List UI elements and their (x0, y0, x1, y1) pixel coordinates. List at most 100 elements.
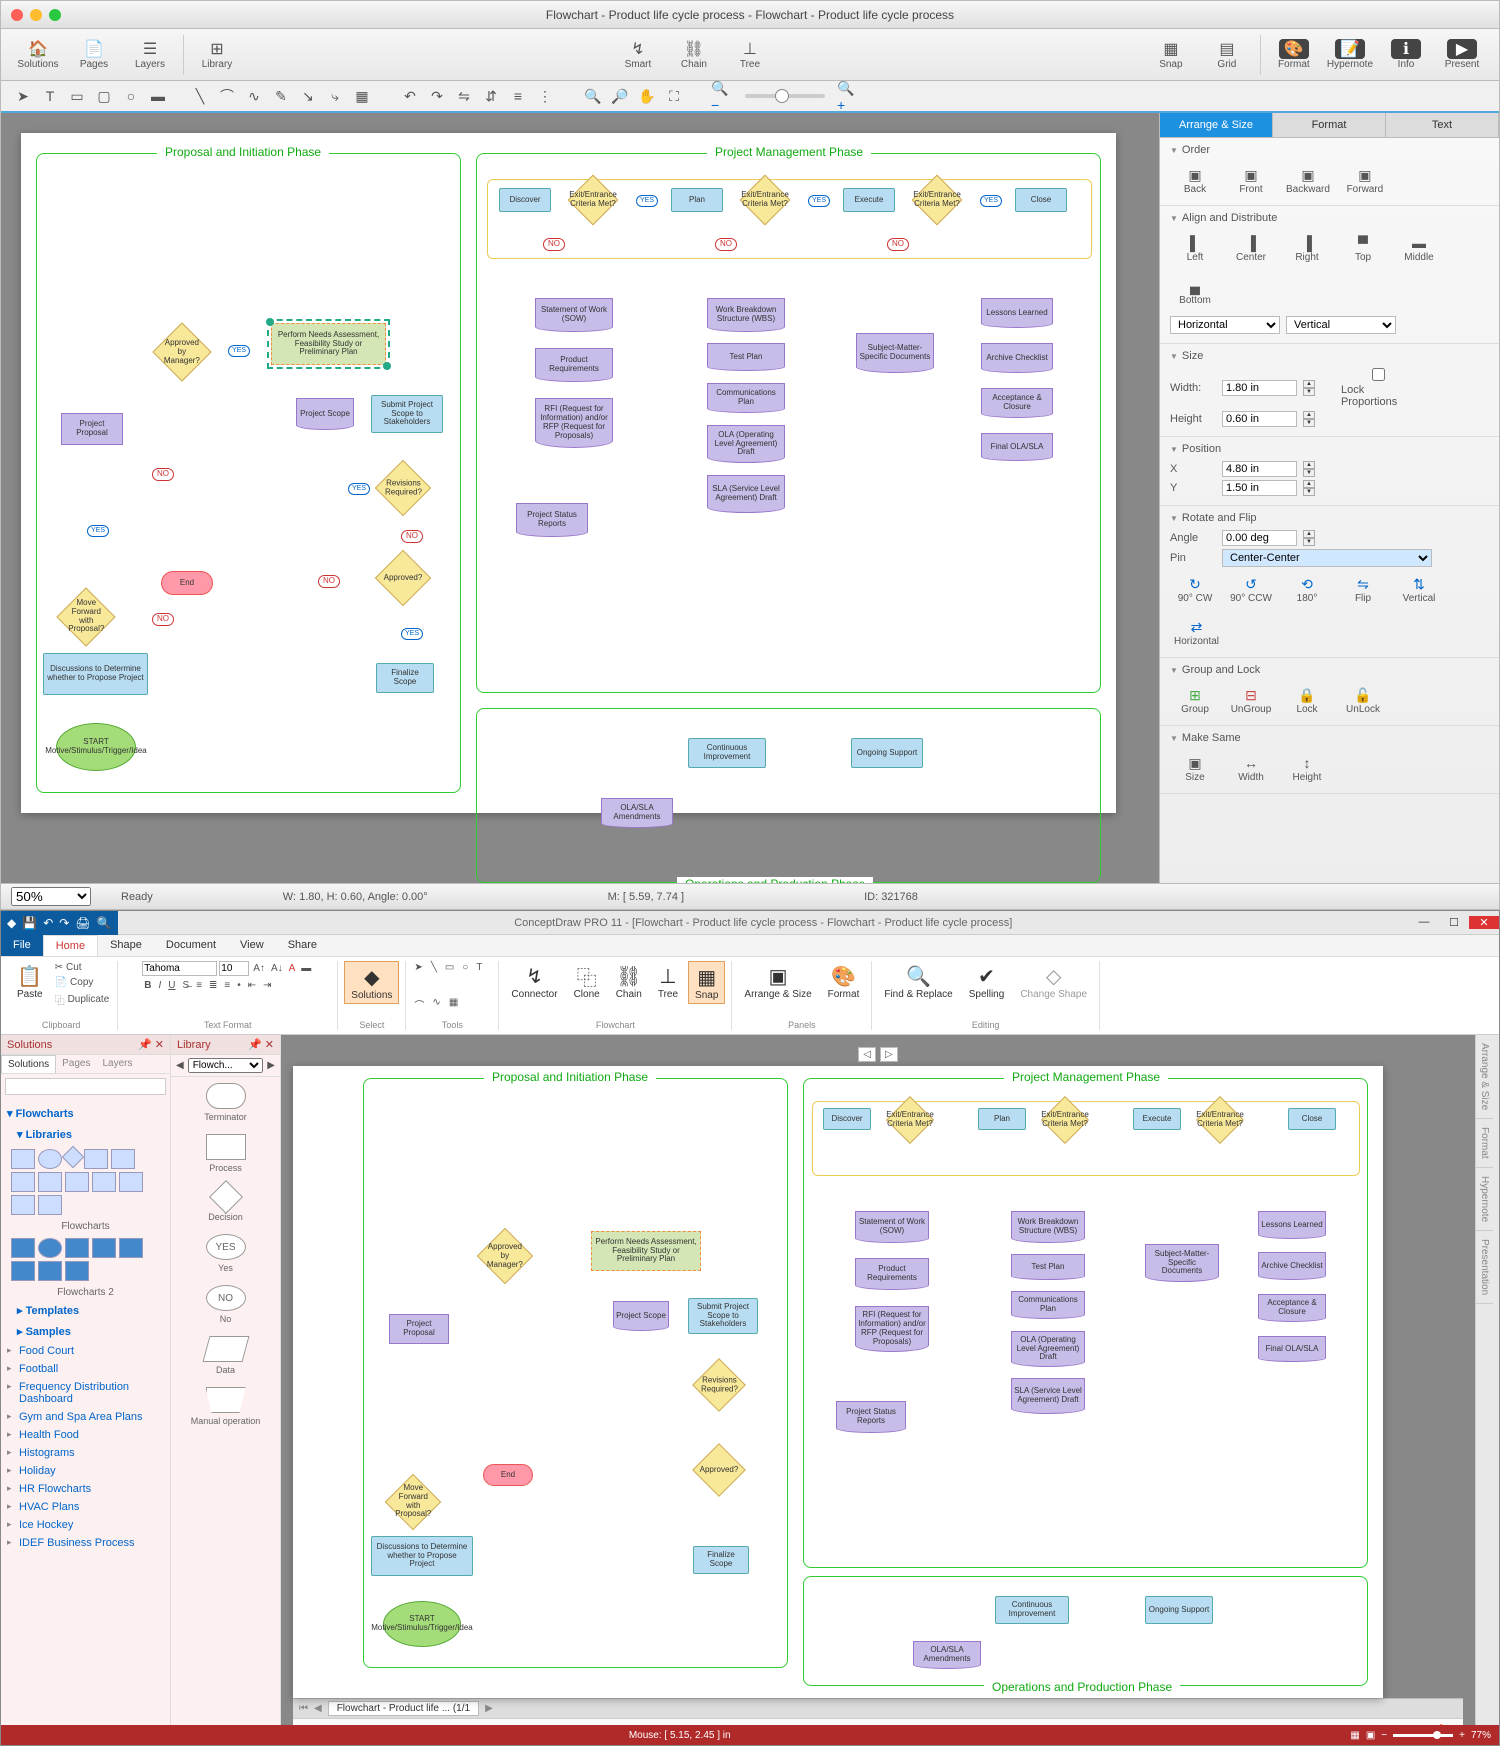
win-drawing-canvas[interactable]: Proposal and Initiation Phase Project Ma… (293, 1066, 1383, 1698)
arrange-ribbon[interactable]: ▣Arrange & Size (738, 961, 817, 1002)
lib-manual[interactable]: Manual operation (171, 1381, 280, 1432)
minimize-button[interactable]: — (1409, 916, 1439, 929)
share-tab[interactable]: Share (276, 935, 329, 956)
minimize-window-button[interactable] (30, 9, 42, 21)
rounded-rect-tool[interactable]: ▢ (92, 84, 116, 108)
distribute-tool[interactable]: ⋮ (533, 84, 557, 108)
indent-right[interactable]: ⇥ (261, 979, 273, 992)
indent-left[interactable]: ⇤ (246, 979, 258, 992)
bullets[interactable]: • (235, 979, 243, 992)
project-proposal-shape[interactable]: Project Proposal (61, 413, 123, 445)
align-middle-button[interactable]: ▬Middle (1394, 230, 1444, 267)
align-left-button[interactable]: ▌Left (1170, 230, 1220, 267)
same-height-button[interactable]: ↕Height (1282, 750, 1332, 787)
ongoing-support-shape[interactable]: Ongoing Support (851, 738, 923, 768)
tree-ribbon[interactable]: ⊥Tree (652, 961, 684, 1002)
spelling-ribbon[interactable]: ✔Spelling (963, 961, 1011, 1002)
smart-connector-tool[interactable]: ⤷ (323, 84, 347, 108)
table[interactable]: ▦ (447, 996, 460, 1009)
ola-doc[interactable]: OLA (Operating Level Agreement) Draft (707, 425, 785, 463)
canvas-area[interactable]: Proposal and Initiation Phase Project Ma… (1, 113, 1159, 883)
copy-button[interactable]: 📄 Copy (53, 976, 112, 989)
snap-button[interactable]: ▦Snap (1144, 37, 1198, 72)
rect[interactable]: ▭ (443, 961, 456, 974)
chain-button[interactable]: ⛓Chain (667, 37, 721, 72)
italic-button[interactable]: I (157, 979, 164, 992)
arc[interactable]: ⌒ (412, 996, 426, 1013)
clone-ribbon[interactable]: ⿻Clone (568, 961, 606, 1002)
highlight[interactable]: ▬ (299, 962, 313, 975)
group-section[interactable]: Group and Lock (1170, 664, 1489, 676)
increase-font[interactable]: A↑ (251, 962, 267, 975)
zoom-plus[interactable]: 🔍+ (836, 84, 860, 108)
arc-tool[interactable]: ⌒ (215, 84, 239, 108)
lib-process[interactable]: Process (171, 1128, 280, 1179)
zoom-out-tool[interactable]: 🔎 (608, 84, 632, 108)
save-icon[interactable]: 💾 (20, 916, 39, 930)
start-shape[interactable]: START Motive/Stimulus/Trigger/Idea (56, 723, 136, 771)
lib-close-icon[interactable]: 📌 ✕ (248, 1038, 274, 1051)
bold-button[interactable]: B (142, 979, 153, 992)
sample-item[interactable]: IDEF Business Process (7, 1534, 164, 1552)
align-tool[interactable]: ≡ (506, 84, 530, 108)
find-ribbon[interactable]: 🔍Find & Replace (878, 961, 958, 1002)
nav-next[interactable]: ▷ (880, 1047, 898, 1062)
discussions-shape[interactable]: Discussions to Determine whether to Prop… (43, 653, 148, 695)
align-center-button[interactable]: ▐Center (1226, 230, 1276, 267)
zoom-select[interactable]: 50% (11, 887, 91, 906)
lessons-doc[interactable]: Lessons Learned (981, 298, 1053, 328)
right-tab-arrange[interactable]: Arrange & Size (1476, 1035, 1493, 1119)
finalola-doc[interactable]: Final OLA/SLA (981, 433, 1053, 461)
send-back-button[interactable]: ▣Back (1170, 162, 1220, 199)
format-button[interactable]: 🎨Format (1267, 37, 1321, 72)
flowcharts-head[interactable]: ▾ Flowcharts (7, 1103, 164, 1124)
y-input[interactable] (1222, 480, 1297, 496)
line-tool[interactable]: ╲ (188, 84, 212, 108)
lib-select[interactable]: Flowch... (188, 1058, 264, 1073)
document-tab[interactable]: Document (154, 935, 228, 956)
testplan-doc[interactable]: Test Plan (707, 343, 785, 371)
align-section[interactable]: Align and Distribute (1170, 212, 1489, 224)
distribute-h-select[interactable]: Horizontal (1170, 316, 1280, 334)
width-input[interactable] (1222, 380, 1297, 396)
wbs-doc[interactable]: Work Breakdown Structure (WBS) (707, 298, 785, 332)
finalize-scope-shape[interactable]: Finalize Scope (376, 663, 434, 693)
font-size-select[interactable] (219, 961, 249, 976)
pages-mini-tab[interactable]: Pages (56, 1055, 96, 1073)
solutions-search[interactable] (5, 1078, 166, 1095)
solutions-ribbon-button[interactable]: ◆Solutions (344, 961, 399, 1004)
zoom-in-status[interactable]: + (1459, 1730, 1465, 1741)
plan-shape[interactable]: Plan (671, 188, 723, 212)
duplicate-button[interactable]: ⿻ Duplicate (53, 991, 112, 1008)
flip-button[interactable]: ⇋Flip (1338, 571, 1388, 608)
pointer-tool[interactable]: ➤ (11, 84, 35, 108)
connector-ribbon[interactable]: ↯Connector (505, 961, 563, 1002)
psr-doc[interactable]: Project Status Reports (516, 503, 588, 537)
format-tab[interactable]: Format (1273, 113, 1386, 137)
rotate-cw-button[interactable]: ↻90° CW (1170, 571, 1220, 608)
templates-head[interactable]: ▸ Templates (7, 1300, 164, 1321)
sample-item[interactable]: Frequency Distribution Dashboard (7, 1378, 164, 1408)
ellipse-tool[interactable]: ○ (119, 84, 143, 108)
archive-doc[interactable]: Archive Checklist (981, 343, 1053, 373)
pages-button[interactable]: 📄Pages (67, 37, 121, 72)
arrange-tab[interactable]: Arrange & Size (1160, 113, 1273, 137)
view-mode-icon2[interactable]: ▣ (1366, 1730, 1375, 1741)
distribute-v-select[interactable]: Vertical (1286, 316, 1396, 334)
align-top-button[interactable]: ▀Top (1338, 230, 1388, 267)
lock-proportions-checkbox[interactable] (1341, 368, 1416, 381)
home-tab[interactable]: Home (43, 935, 98, 956)
height-input[interactable] (1222, 411, 1297, 427)
active-doc-tab[interactable]: Flowchart - Product life ... (1/1 (328, 1701, 479, 1716)
shape-tool[interactable]: ▬ (146, 84, 170, 108)
flip-v-button[interactable]: ⇅Vertical (1394, 571, 1444, 608)
lib-terminator[interactable]: Terminator (171, 1077, 280, 1128)
strike-button[interactable]: S̶ (181, 979, 192, 992)
right-tab-format[interactable]: Format (1476, 1119, 1493, 1168)
same-width-button[interactable]: ↔Width (1226, 750, 1276, 787)
cut-button[interactable]: ✂ Cut (53, 961, 112, 974)
lib-prev[interactable]: ◀ (174, 1058, 186, 1073)
group-button[interactable]: ⊞Group (1170, 682, 1220, 719)
tab-prev[interactable]: ◀ (314, 1703, 322, 1714)
redo-icon[interactable]: ↷ (57, 916, 71, 930)
